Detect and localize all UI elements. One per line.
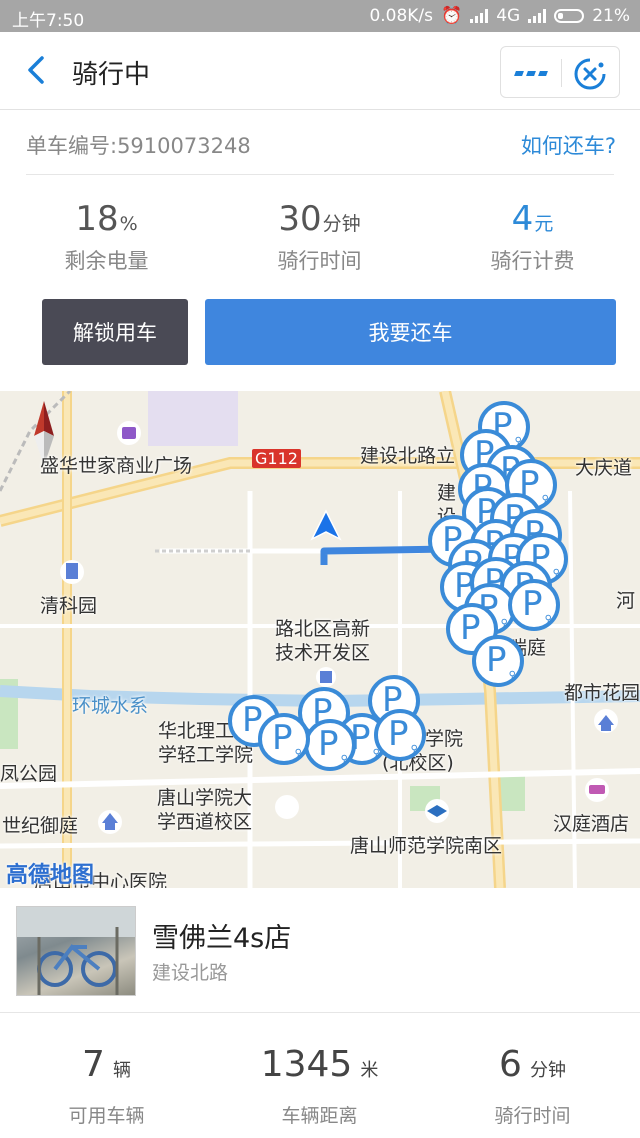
status-time: 上午7:50 (12, 11, 85, 31)
alarm-icon: ⏰ (441, 6, 463, 26)
more-dots-icon[interactable] (513, 61, 549, 85)
ride-time-unit: 分钟 (322, 213, 361, 235)
map-label: 大庆道 (575, 457, 633, 479)
battery-label: 剩余电量 (64, 249, 149, 273)
bike-number: 单车编号:5910073248 (26, 134, 251, 158)
map-label: 清科园 (40, 595, 98, 617)
available-bikes-value: 7 (82, 1044, 105, 1085)
destination-name: 雪佛兰4s店 (152, 923, 292, 954)
map-label: 唐山师范学院南区 (350, 835, 503, 857)
status-right: 0.08K/s ⏰ 4G 21% (369, 6, 630, 26)
mini-program-capsule (500, 46, 620, 98)
divider (26, 174, 614, 175)
capsule-divider (561, 59, 562, 87)
amap-logo: 高德地图 (6, 863, 95, 888)
map-label: 环城水系 (72, 695, 149, 717)
available-bikes-label: 可用车辆 (68, 1105, 145, 1127)
ride-time-value: 30 (278, 199, 322, 239)
map-label: 唐山学院大 (157, 787, 253, 809)
signal-icon (470, 9, 489, 23)
return-bike-button[interactable]: 我要还车 (205, 299, 616, 365)
map-label: 华北理工 (158, 720, 235, 742)
map-label: 凤公园 (0, 763, 58, 785)
bike-distance-label: 车辆距离 (281, 1105, 358, 1127)
highway-shield: G112 (252, 449, 301, 468)
battery-level: 21% (592, 6, 630, 26)
map-label: 河 (616, 590, 636, 612)
est-ride-time-unit: 分钟 (529, 1060, 566, 1081)
est-ride-time-label: 骑行时间 (494, 1105, 571, 1127)
available-bikes-stat: 7辆 可用车辆 (0, 1045, 213, 1128)
parking-marker[interactable] (472, 635, 524, 687)
est-ride-time-value: 6 (499, 1044, 522, 1085)
map-view[interactable]: 盛华世家商业广场 G112 建设北路立 大庆道 建设 清科园 河 路北区高新 技… (0, 391, 640, 888)
parking-marker[interactable] (374, 709, 426, 761)
battery-stat: 18% 剩余电量 (0, 200, 213, 275)
network-speed: 0.08K/s (369, 6, 434, 26)
est-ride-time-stat: 6 分钟 骑行时间 (426, 1045, 639, 1128)
unlock-button[interactable]: 解锁用车 (42, 299, 188, 365)
network-type: 4G (496, 6, 521, 26)
circle-close-icon[interactable] (573, 57, 607, 91)
parking-marker[interactable] (304, 719, 356, 771)
destination-address: 建设北路 (152, 962, 229, 984)
battery-unit: % (119, 213, 138, 235)
ride-time-stat: 30分钟 骑行时间 (213, 200, 426, 275)
signal-icon-2 (528, 9, 547, 23)
destination-card[interactable]: 雪佛兰4s店 建设北路 (0, 888, 640, 1013)
map-label: 建设北路立 (360, 445, 456, 467)
bike-distance-value: 1345 (260, 1044, 353, 1085)
how-to-return-link[interactable]: 如何还车? (521, 130, 616, 160)
bike-distance-stat: 1345 米 车辆距离 (213, 1045, 426, 1128)
fee-stat: 4元 骑行计费 (426, 200, 639, 275)
map-label: 盛华世家商业广场 (40, 455, 193, 477)
ride-time-label: 骑行时间 (277, 249, 362, 273)
status-bar: 上午7:50 0.08K/s ⏰ 4G 21% (0, 0, 640, 32)
fee-label: 骑行计费 (490, 249, 575, 273)
map-label: 技术开发区 (275, 642, 371, 664)
parking-marker[interactable] (258, 713, 310, 765)
available-bikes-unit: 辆 (112, 1060, 131, 1081)
bike-distance-unit: 米 (360, 1060, 379, 1081)
map-label: 学院 (425, 728, 464, 750)
battery-value: 18 (75, 199, 119, 239)
bike-photo-icon (17, 907, 135, 995)
map-label: 学轻工学院 (158, 744, 254, 766)
page-title: 骑行中 (72, 60, 151, 90)
shop-photo (16, 906, 136, 996)
map-label: 汉庭酒店 (553, 813, 630, 835)
fee-unit: 元 (534, 213, 554, 235)
map-label: 都市花园 (564, 682, 640, 704)
battery-icon (554, 9, 585, 23)
nav-bar: 骑行中 (0, 32, 640, 110)
map-label: 路北区高新 (275, 618, 371, 640)
parking-marker[interactable] (508, 579, 560, 631)
map-label: 世纪御庭 (2, 815, 79, 837)
fee-value: 4 (511, 199, 534, 239)
chevron-left-icon[interactable] (22, 52, 52, 88)
map-label: 学西道校区 (157, 811, 253, 833)
